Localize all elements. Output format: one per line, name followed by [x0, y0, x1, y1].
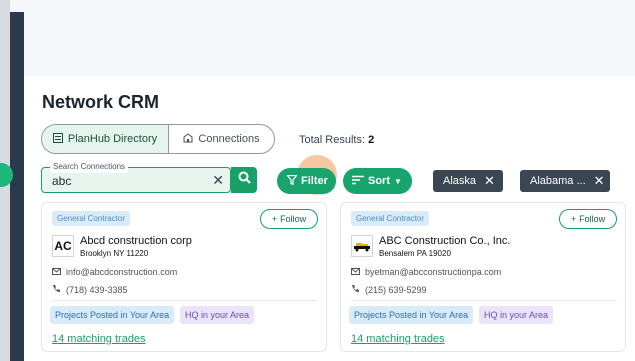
company-location: Brooklyn NY 11220	[80, 249, 149, 258]
phone-icon	[351, 284, 360, 295]
mail-icon	[52, 267, 61, 277]
search-icon	[238, 171, 251, 189]
company-phone[interactable]: (718) 439-3385	[52, 284, 128, 295]
matching-trades-link[interactable]: 14 matching trades	[351, 333, 445, 345]
search-input[interactable]: Search Connections abc ✕	[41, 161, 231, 193]
email-text: byetman@abcconstructionpa.com	[365, 267, 502, 277]
sort-label: Sort	[368, 175, 390, 187]
follow-button[interactable]: + Follow	[260, 209, 318, 229]
chip-label: Alaska	[443, 175, 477, 187]
card-divider	[52, 300, 318, 301]
phone-icon	[52, 284, 61, 295]
sidebar	[10, 12, 24, 361]
sort-button[interactable]: Sort ▼	[343, 168, 412, 194]
directory-toggle: PlanHub Directory Connections	[41, 124, 275, 154]
company-logo	[351, 235, 373, 257]
company-name[interactable]: ABC Construction Co., Inc.	[379, 235, 510, 247]
caret-down-icon: ▼	[394, 176, 402, 186]
tab-label: Connections	[198, 133, 260, 145]
chip-label: Alabama ...	[530, 175, 586, 187]
building-icon	[183, 132, 193, 146]
filter-button[interactable]: Filter	[277, 168, 336, 194]
matching-trades-link[interactable]: 14 matching trades	[52, 333, 146, 345]
company-name[interactable]: Abcd construction corp	[80, 235, 192, 247]
tab-connections[interactable]: Connections	[169, 125, 274, 153]
company-type-badge: General Contractor	[52, 211, 131, 226]
clear-icon[interactable]: ✕	[212, 172, 224, 188]
company-logo: AC	[52, 235, 74, 257]
company-location: Bensalem PA 19020	[379, 249, 451, 258]
filter-icon	[286, 174, 298, 188]
follow-label: Follow	[579, 214, 606, 224]
directory-icon	[52, 132, 63, 146]
company-card[interactable]: General Contractor + Follow ABC Construc…	[340, 202, 626, 352]
total-results: Total Results: 2	[299, 134, 374, 146]
search-button[interactable]	[231, 167, 257, 193]
remove-chip-icon[interactable]: ✕	[484, 173, 495, 189]
tag-hq-in-area: HQ in your Area	[180, 306, 255, 324]
follow-label: Follow	[280, 214, 307, 224]
tag-projects-in-area: Projects Posted in Your Area	[50, 306, 175, 324]
filter-chip-alaska[interactable]: Alaska ✕	[433, 170, 503, 192]
phone-text: (718) 439-3385	[66, 284, 128, 295]
main-content: Network CRM PlanHub Directory Connection…	[24, 76, 635, 361]
total-results-label: Total Results:	[299, 134, 366, 146]
filter-chip-alabama[interactable]: Alabama ... ✕	[520, 170, 610, 192]
email-text: info@abcdconstruction.com	[66, 267, 178, 277]
phone-text: (215) 639-5299	[365, 284, 427, 295]
excavator-logo-icon	[354, 243, 370, 252]
plus-icon: +	[570, 214, 577, 224]
tag-hq-in-area: HQ in your Area	[479, 306, 554, 324]
tab-label: PlanHub Directory	[67, 133, 158, 145]
company-card[interactable]: General Contractor + Follow AC Abcd cons…	[41, 202, 327, 352]
company-phone[interactable]: (215) 639-5299	[351, 284, 427, 295]
tab-planhub-directory[interactable]: PlanHub Directory	[42, 125, 169, 153]
search-legend: Search Connections	[50, 161, 129, 173]
company-email[interactable]: info@abcdconstruction.com	[52, 267, 177, 277]
card-divider	[351, 300, 617, 301]
sort-icon	[352, 175, 364, 188]
remove-chip-icon[interactable]: ✕	[594, 173, 605, 189]
plus-icon: +	[271, 214, 278, 224]
tag-projects-in-area: Projects Posted in Your Area	[349, 306, 474, 324]
follow-button[interactable]: + Follow	[559, 209, 617, 229]
mail-icon	[351, 267, 360, 277]
total-results-count: 2	[368, 134, 375, 146]
company-email[interactable]: byetman@abcconstructionpa.com	[351, 267, 501, 277]
search-value: abc	[52, 174, 72, 188]
company-type-badge: General Contractor	[351, 211, 430, 226]
page-title: Network CRM	[42, 92, 160, 112]
filter-label: Filter	[301, 175, 328, 187]
